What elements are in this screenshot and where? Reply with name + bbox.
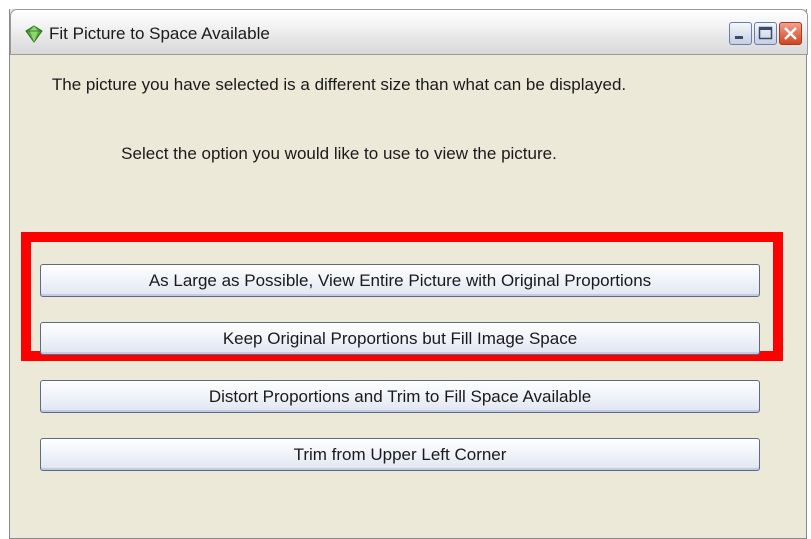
minimize-icon	[735, 36, 743, 39]
option-trim-upper-left-button[interactable]: Trim from Upper Left Corner	[40, 438, 760, 471]
maximize-button[interactable]	[754, 22, 777, 45]
close-icon	[784, 27, 797, 40]
dialog-content: The picture you have selected is a diffe…	[10, 55, 808, 539]
close-button[interactable]	[779, 22, 802, 45]
instruction-text: Select the option you would like to use …	[121, 144, 557, 163]
title-bar[interactable]: Fit Picture to Space Available	[10, 9, 808, 55]
maximize-icon	[758, 26, 773, 40]
window-title: Fit Picture to Space Available	[49, 24, 270, 43]
minimize-button[interactable]	[729, 22, 752, 45]
gem-icon	[25, 25, 43, 43]
message-text: The picture you have selected is a diffe…	[51, 75, 627, 94]
option-large-as-possible-button[interactable]: As Large as Possible, View Entire Pictur…	[40, 264, 760, 297]
dialog-window: Fit Picture to Space Available The pictu…	[9, 9, 808, 539]
option-keep-proportions-fill-button[interactable]: Keep Original Proportions but Fill Image…	[40, 322, 760, 355]
option-distort-trim-button[interactable]: Distort Proportions and Trim to Fill Spa…	[40, 380, 760, 413]
